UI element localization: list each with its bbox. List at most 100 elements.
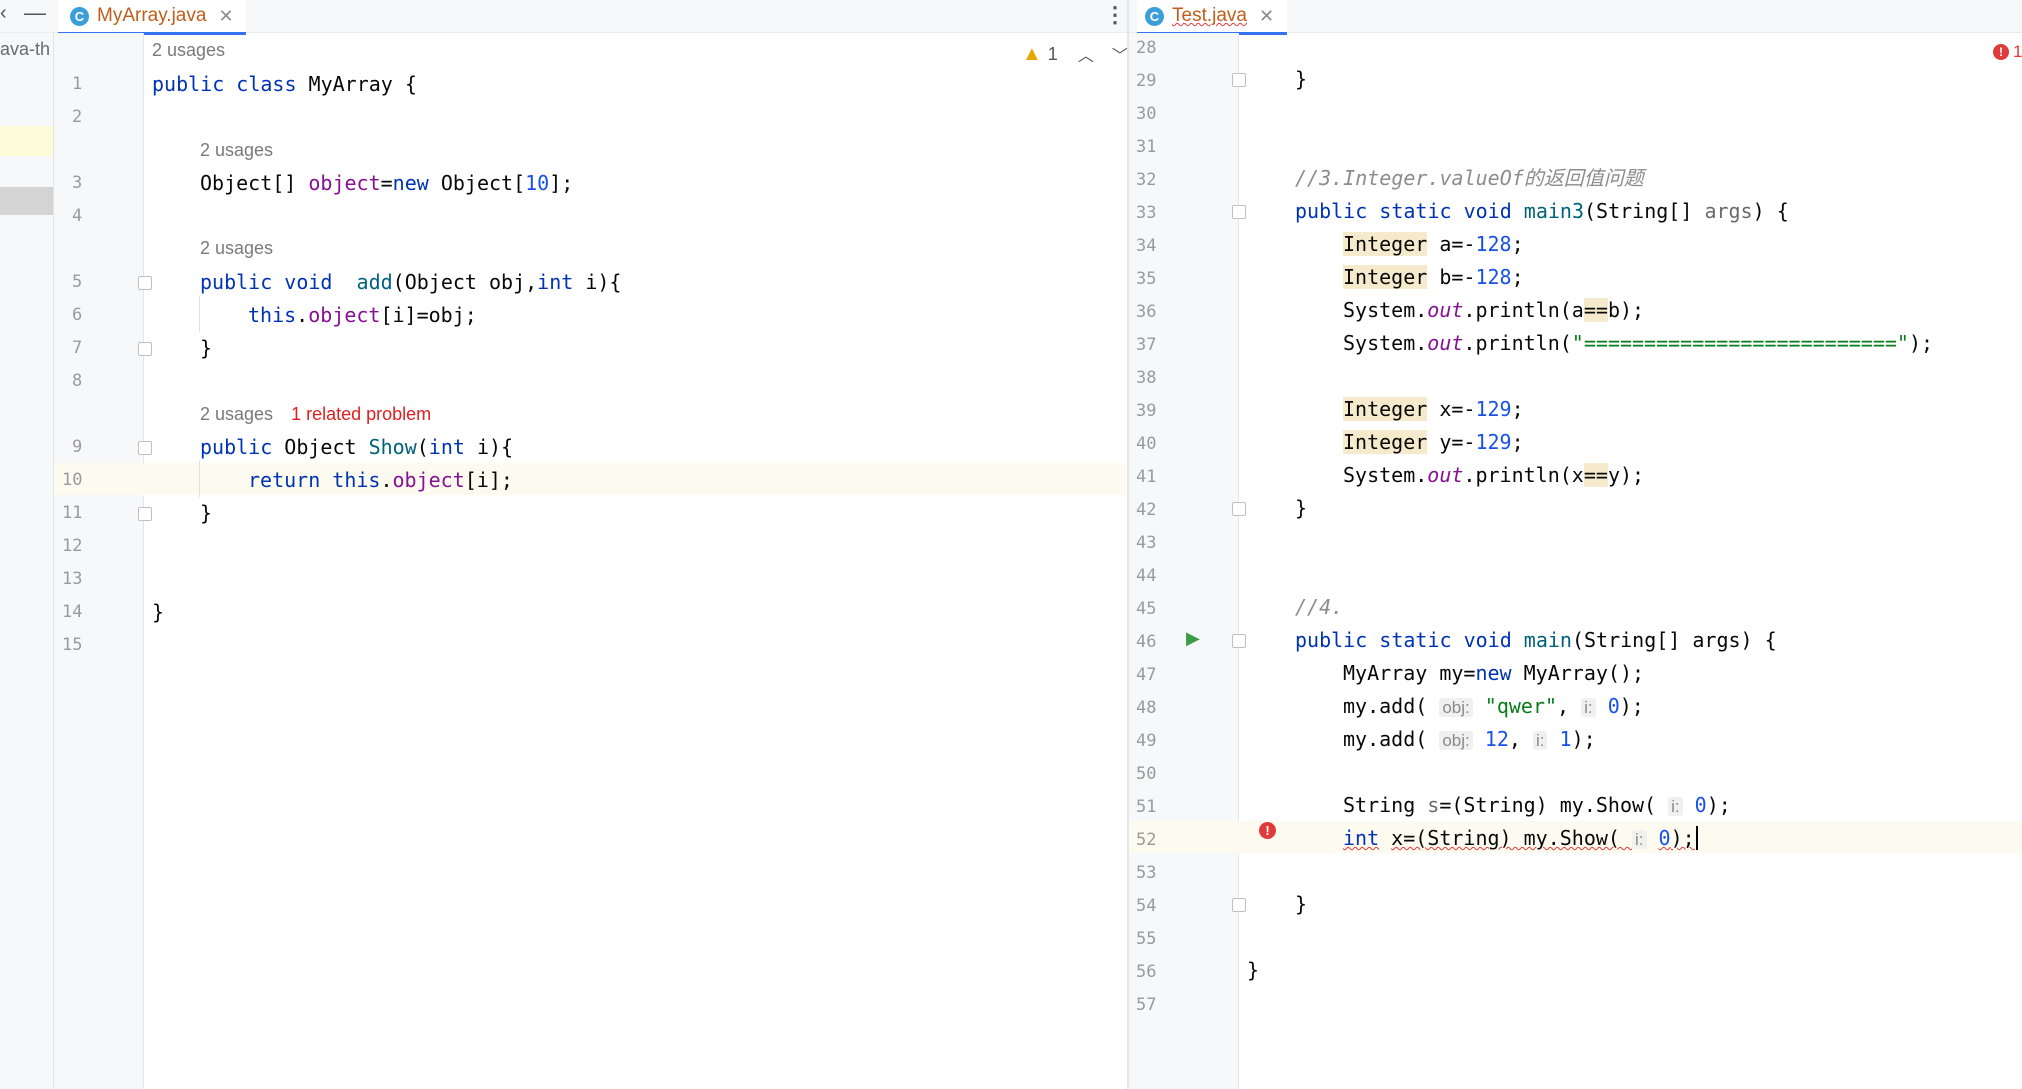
close-icon[interactable]: ✕	[218, 6, 233, 27]
scroll-marker	[0, 187, 53, 215]
inspection-widget[interactable]: ! 1	[1993, 42, 2022, 62]
fold-marker[interactable]	[138, 342, 152, 356]
line-number: 48	[1136, 698, 1157, 718]
line-number: 15	[62, 635, 83, 655]
code-line: System.out.println(x==y);	[1343, 463, 1645, 487]
fold-marker[interactable]	[1232, 502, 1246, 516]
comment-line: //3.Integer.valueOf的返回值问题	[1295, 166, 1644, 190]
code-line: Integer x=-129;	[1343, 397, 1524, 421]
related-problem-link[interactable]: 1 related problem	[291, 404, 431, 425]
line-number: 10	[62, 470, 83, 490]
fold-marker[interactable]	[1232, 73, 1246, 87]
line-number: 9	[72, 437, 83, 457]
left-gutter	[54, 33, 144, 1089]
param-hint: i:	[1581, 698, 1596, 717]
code-line[interactable]: int x=(String) my.Show( i: 0);	[1343, 826, 1698, 852]
string-literal: "=========================="	[1571, 331, 1909, 355]
fold-marker[interactable]	[138, 507, 152, 521]
fold-marker[interactable]	[1232, 634, 1246, 648]
project-path-label: ava-th	[0, 39, 51, 59]
usages-hint[interactable]: 2 usages	[152, 40, 225, 61]
line-number: 45	[1136, 599, 1157, 619]
usages-hint[interactable]: 2 usages	[200, 404, 273, 425]
line-number: 5	[72, 272, 83, 292]
chevron-down-icon[interactable]: ﹀	[1112, 42, 1128, 66]
usages-hint[interactable]: 2 usages	[200, 140, 273, 161]
line-number: 40	[1136, 434, 1157, 454]
fold-marker[interactable]	[1232, 898, 1246, 912]
comment-line: //4.	[1295, 595, 1344, 619]
param-hint: i:	[1532, 731, 1548, 750]
line-number: 43	[1136, 533, 1157, 553]
code-line: Integer y=-129;	[1343, 430, 1524, 454]
tab-test[interactable]: C Test.java ✕	[1137, 0, 1287, 35]
text-cursor	[1695, 826, 1698, 850]
line-number: 46	[1136, 632, 1157, 652]
line-number: 53	[1136, 863, 1157, 883]
line-number: 1	[72, 74, 83, 94]
line-number: 55	[1136, 929, 1157, 949]
line-number: 13	[62, 569, 83, 589]
code-line: my.add( obj: 12, i: 1);	[1343, 727, 1596, 751]
run-icon[interactable]: ▶	[1186, 628, 1200, 649]
code-line: System.out.println("====================…	[1343, 331, 1934, 355]
tab-label: MyArray.java	[97, 5, 207, 26]
fold-marker[interactable]	[138, 441, 152, 455]
minimize-icon[interactable]: —	[24, 0, 46, 26]
code-line: public Object Show(int i){	[200, 435, 514, 459]
fold-marker[interactable]	[138, 276, 152, 290]
line-number: 38	[1136, 368, 1157, 388]
line-number: 44	[1136, 566, 1157, 586]
param-hint: i:	[1632, 830, 1647, 849]
param-hint: i:	[1668, 797, 1683, 816]
line-number: 54	[1136, 896, 1157, 916]
fold-marker[interactable]	[1232, 205, 1246, 219]
line-number: 57	[1136, 995, 1157, 1015]
chevron-up-icon[interactable]: ︿	[1078, 42, 1094, 66]
close-icon[interactable]: ✕	[1259, 6, 1274, 27]
current-line-highlight	[54, 463, 1126, 495]
line-number: 42	[1136, 500, 1157, 520]
tab-myarray[interactable]: C MyArray.java ✕	[58, 0, 246, 35]
more-icon[interactable]: ⋮	[1104, 2, 1126, 28]
code-line: this.object[i]=obj;	[248, 303, 477, 327]
line-number: 32	[1136, 170, 1157, 190]
warning-icon: ▲	[1022, 42, 1042, 65]
show-hints[interactable]: 2 usages 1 related problem	[200, 404, 431, 425]
right-tab-bar: C Test.java ✕	[1129, 0, 2022, 35]
code-line: System.out.println(a==b);	[1343, 298, 1645, 322]
line-number: 8	[72, 371, 83, 391]
back-arrow-icon[interactable]: ‹	[0, 2, 7, 25]
code-line: }	[200, 336, 213, 360]
java-class-icon: C	[1145, 6, 1164, 26]
line-number: 50	[1136, 764, 1157, 784]
line-number: 51	[1136, 797, 1157, 817]
indent-guide	[199, 296, 200, 332]
code-line: MyArray my=new MyArray();	[1343, 661, 1645, 685]
line-number: 39	[1136, 401, 1157, 421]
error-icon: !	[1993, 44, 2009, 60]
left-tab-bar: ‹ — C MyArray.java ✕ ⋮	[0, 0, 1128, 35]
code-line: my.add( obj: "qwer", i: 0);	[1343, 694, 1644, 718]
line-number: 29	[1136, 71, 1157, 91]
line-number: 56	[1136, 962, 1157, 982]
code-line: String s=(String) my.Show( i: 0);	[1343, 793, 1731, 817]
code-line: public class MyArray {	[152, 72, 417, 96]
inspection-widget[interactable]: ▲ 1 ︿ ﹀	[1022, 42, 1128, 66]
line-number: 2	[72, 107, 83, 127]
code-line: Integer b=-128;	[1343, 265, 1524, 289]
error-bulb-icon[interactable]: !	[1259, 822, 1276, 839]
line-number: 31	[1136, 137, 1157, 157]
code-line: }	[200, 501, 213, 525]
line-number: 4	[72, 206, 83, 226]
string-literal: "qwer"	[1484, 694, 1558, 718]
line-number: 49	[1136, 731, 1157, 751]
line-number: 34	[1136, 236, 1157, 256]
line-number: 30	[1136, 104, 1157, 124]
usages-hint[interactable]: 2 usages	[200, 238, 273, 259]
code-line: public static void main3(String[] args) …	[1295, 199, 1789, 223]
line-number: 28	[1136, 38, 1157, 58]
line-number: 11	[62, 503, 83, 523]
line-number: 7	[72, 338, 83, 358]
code-line: }	[1295, 892, 1308, 916]
